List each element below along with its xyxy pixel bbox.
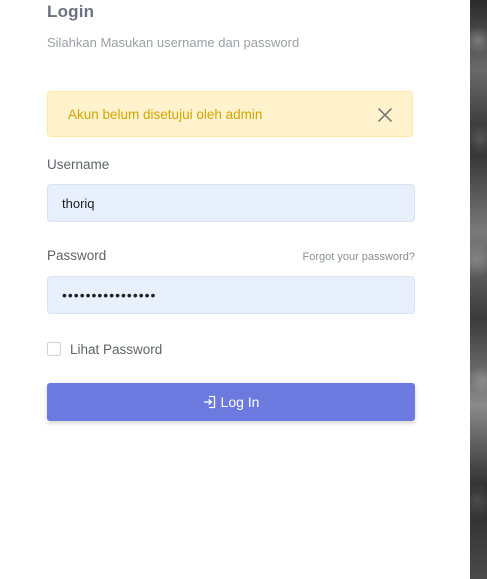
show-password-toggle[interactable]: Lihat Password: [47, 340, 162, 358]
sign-in-icon: [203, 395, 216, 409]
login-button[interactable]: Log In: [47, 383, 415, 421]
page-subtitle: Silahkan Masukan username dan password: [47, 35, 300, 50]
username-input[interactable]: [47, 184, 415, 222]
show-password-label: Lihat Password: [70, 341, 163, 357]
close-icon[interactable]: [372, 102, 398, 128]
page-title: Login: [47, 2, 95, 21]
show-password-checkbox[interactable]: [47, 342, 61, 356]
password-label: Password: [47, 248, 107, 263]
username-label: Username: [47, 157, 110, 172]
forgot-password-link[interactable]: Forgot your password?: [303, 251, 416, 263]
background-photo: [470, 0, 487, 579]
warning-alert: Akun belum disetujui oleh admin: [47, 91, 413, 137]
alert-message: Akun belum disetujui oleh admin: [68, 107, 263, 122]
login-button-label: Log In: [220, 394, 260, 410]
password-input[interactable]: [47, 276, 415, 314]
